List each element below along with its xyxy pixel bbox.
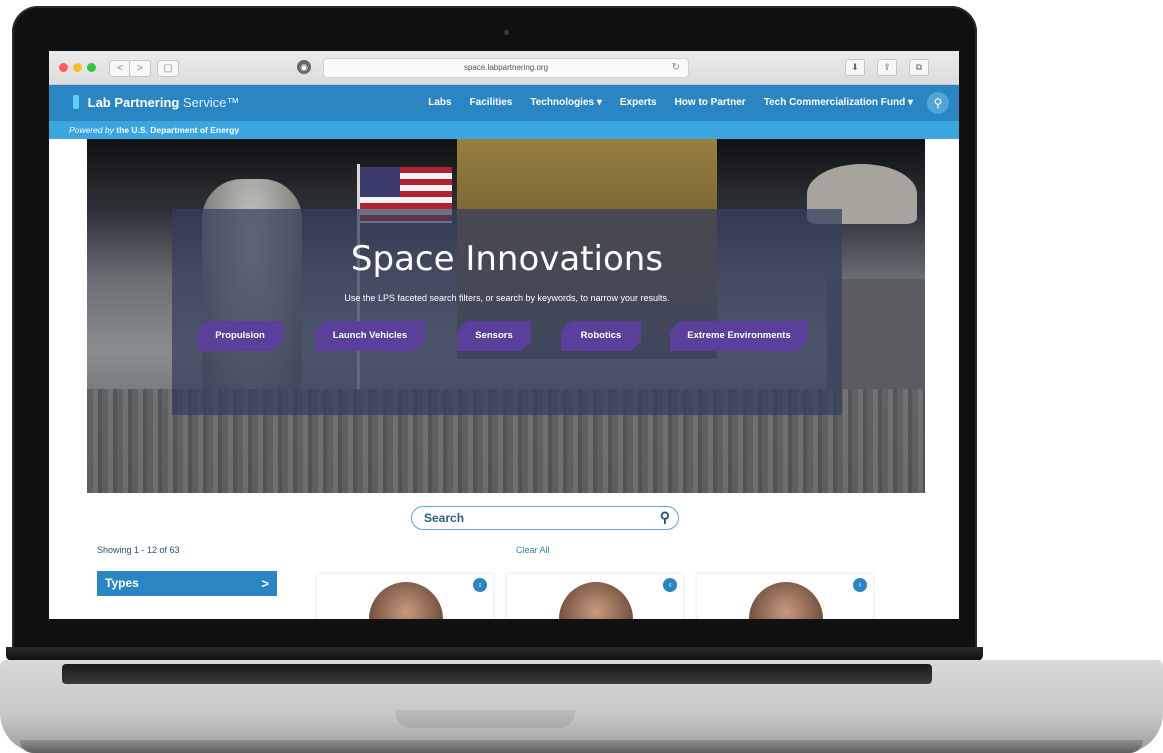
category-extreme-environments-button[interactable]: Extreme Environments bbox=[670, 321, 808, 351]
laptop-bezel: < > ▢ ◉ space.labpartnering.org ↻ ⬇ ⇪ ⧉ … bbox=[12, 6, 977, 654]
chevron-right-icon: > bbox=[261, 576, 269, 591]
nav-tech-commercialization-fund[interactable]: Tech Commercialization Fund ▾ bbox=[764, 97, 913, 108]
main-nav: Labs Facilities Technologies ▾ Experts H… bbox=[428, 97, 913, 108]
address-bar[interactable]: space.labpartnering.org ↻ bbox=[323, 58, 689, 78]
reload-icon[interactable]: ↻ bbox=[672, 59, 680, 77]
expert-badge-icon: ♁ bbox=[853, 578, 867, 592]
nav-experts[interactable]: Experts bbox=[620, 97, 657, 108]
category-robotics-button[interactable]: Robotics bbox=[561, 321, 641, 351]
logo-service-text: Service™ bbox=[183, 95, 240, 110]
category-buttons: Propulsion Launch Vehicles Sensors Robot… bbox=[197, 321, 817, 361]
expert-photo bbox=[749, 582, 823, 619]
site-logo[interactable]: Lab Partnering Service™ bbox=[73, 95, 239, 110]
laptop-base-edge bbox=[20, 740, 1143, 753]
close-window-button[interactable] bbox=[59, 63, 68, 72]
expert-card[interactable]: ♁ bbox=[697, 574, 873, 619]
url-text: space.labpartnering.org bbox=[463, 63, 549, 72]
expert-card[interactable]: ♁ bbox=[317, 574, 493, 619]
clear-all-link[interactable]: Clear All bbox=[516, 545, 550, 555]
hero-banner: Space Innovations Use the LPS faceted se… bbox=[87, 139, 925, 493]
screen: < > ▢ ◉ space.labpartnering.org ↻ ⬇ ⇪ ⧉ … bbox=[49, 51, 959, 619]
header-search-icon[interactable]: ⚲ bbox=[927, 92, 949, 114]
powered-by-banner: Powered by the U.S. Department of Energy bbox=[49, 121, 959, 139]
category-launch-vehicles-button[interactable]: Launch Vehicles bbox=[315, 321, 425, 351]
results-count: Showing 1 - 12 of 63 bbox=[97, 545, 180, 555]
expert-badge-icon: ♁ bbox=[473, 578, 487, 592]
laptop-keyboard-edge bbox=[62, 664, 932, 684]
expert-photo bbox=[559, 582, 633, 619]
tabs-icon[interactable]: ⧉ bbox=[909, 59, 929, 76]
share-icon[interactable]: ⇪ bbox=[877, 59, 897, 76]
back-button[interactable]: < bbox=[109, 60, 131, 77]
expert-photo bbox=[369, 582, 443, 619]
expert-badge-icon: ♁ bbox=[663, 578, 677, 592]
types-label: Types bbox=[105, 576, 139, 590]
logo-main-text: Lab Partnering bbox=[87, 95, 180, 110]
nav-technologies[interactable]: Technologies ▾ bbox=[530, 97, 602, 108]
hero-overlay: Space Innovations Use the LPS faceted se… bbox=[172, 209, 842, 415]
extension-icon[interactable]: ◉ bbox=[297, 60, 311, 74]
category-sensors-button[interactable]: Sensors bbox=[457, 321, 531, 351]
maximize-window-button[interactable] bbox=[87, 63, 96, 72]
browser-chrome: < > ▢ ◉ space.labpartnering.org ↻ ⬇ ⇪ ⧉ bbox=[49, 51, 959, 85]
nav-facilities[interactable]: Facilities bbox=[470, 97, 513, 108]
minimize-window-button[interactable] bbox=[73, 63, 82, 72]
laptop-notch bbox=[395, 710, 575, 728]
search-placeholder: Search bbox=[424, 511, 465, 525]
hero-subtitle: Use the LPS faceted search filters, or s… bbox=[344, 293, 670, 303]
expert-card[interactable]: ♁ bbox=[507, 574, 683, 619]
site-header: Lab Partnering Service™ Labs Facilities … bbox=[49, 85, 959, 121]
logo-mark-icon bbox=[73, 95, 79, 109]
powered-org: the U.S. Department of Energy bbox=[116, 125, 240, 135]
camera bbox=[504, 30, 509, 35]
flag-canton bbox=[360, 167, 400, 197]
nav-labs[interactable]: Labs bbox=[428, 97, 451, 108]
search-input[interactable]: Search ⚲ bbox=[411, 506, 679, 530]
category-propulsion-button[interactable]: Propulsion bbox=[197, 321, 283, 351]
laptop-hinge bbox=[6, 647, 983, 661]
sidebar-toggle-button[interactable]: ▢ bbox=[157, 60, 179, 77]
nav-how-to-partner[interactable]: How to Partner bbox=[675, 97, 746, 108]
search-icon[interactable]: ⚲ bbox=[660, 509, 670, 526]
types-filter-toggle[interactable]: Types > bbox=[97, 571, 277, 596]
forward-button[interactable]: > bbox=[129, 60, 151, 77]
hero-title: Space Innovations bbox=[350, 239, 664, 279]
download-icon[interactable]: ⬇ bbox=[845, 59, 865, 76]
powered-prefix: Powered by bbox=[69, 125, 114, 135]
